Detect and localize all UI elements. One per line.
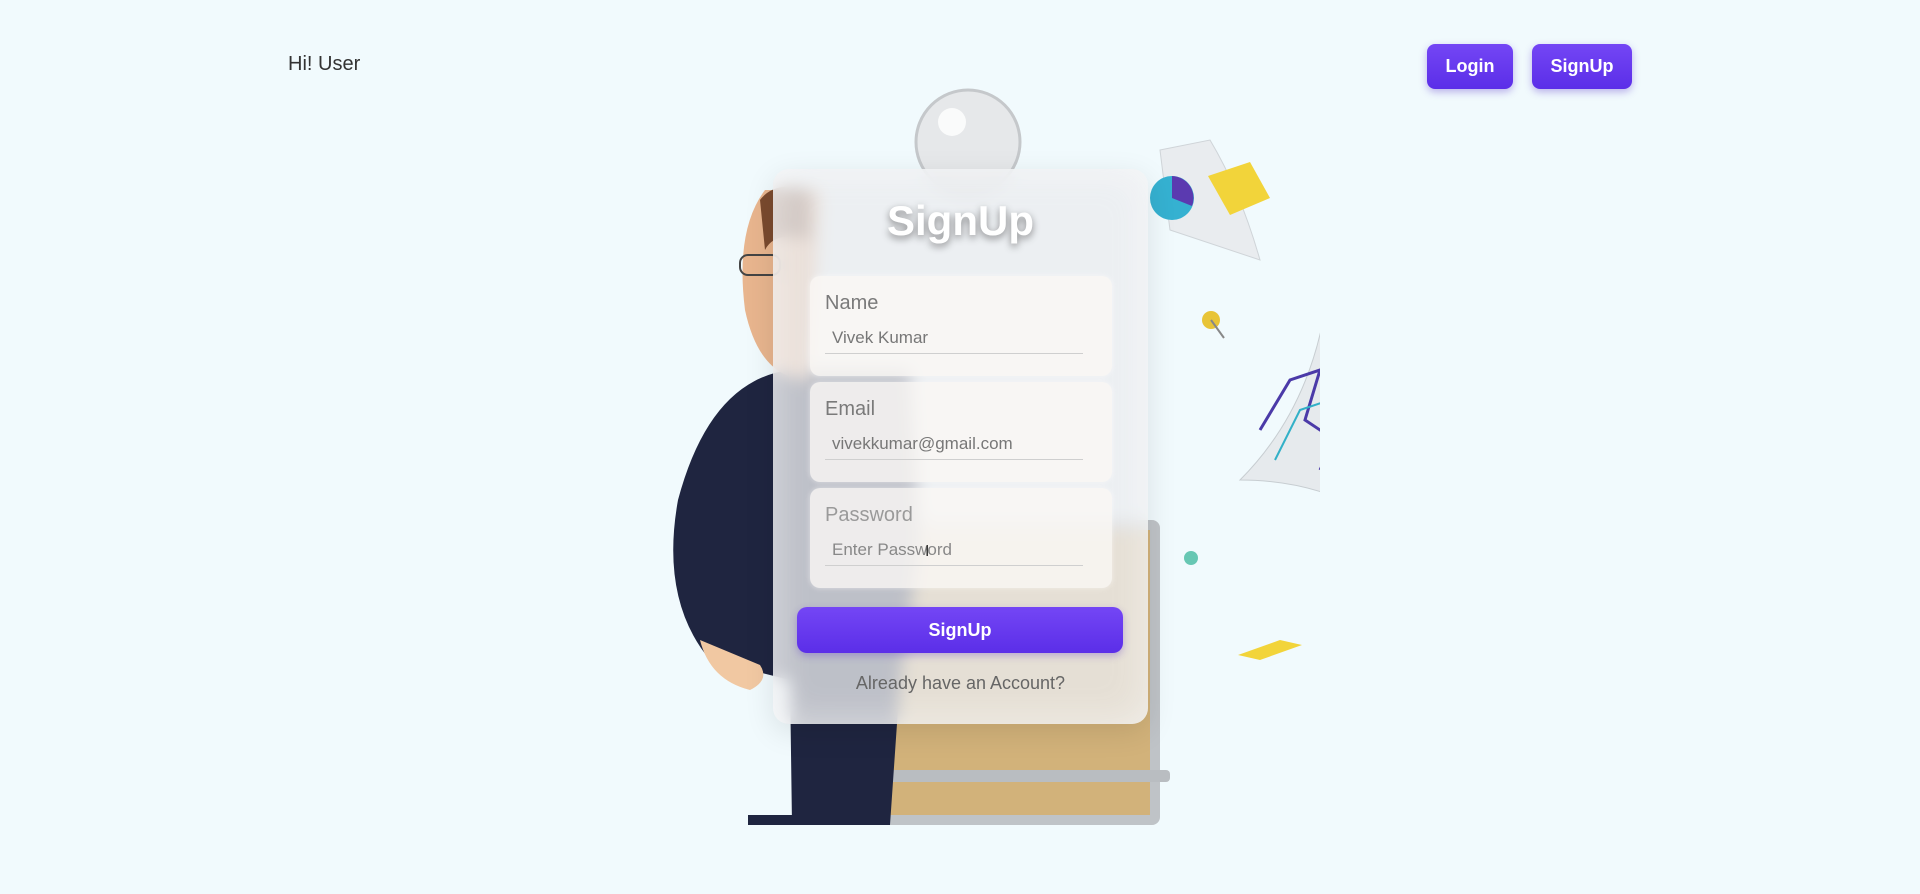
email-label: Email: [825, 398, 876, 420]
yellow-note-icon: [1238, 640, 1302, 660]
name-input[interactable]: [825, 322, 1083, 354]
password-field-group: Password: [810, 488, 1112, 588]
greeting-text: Hi! User: [288, 53, 361, 75]
password-input[interactable]: [825, 534, 1083, 566]
name-field-group: Name: [810, 276, 1112, 376]
signup-card: SignUp Name Email Password SignUp Alread…: [773, 169, 1148, 724]
network-chart-paper-icon: [1238, 332, 1320, 493]
signup-nav-button[interactable]: SignUp: [1532, 44, 1632, 89]
email-input[interactable]: [825, 428, 1083, 460]
teal-pin-icon: [1184, 551, 1198, 565]
password-label: Password: [825, 504, 913, 526]
already-have-account-link[interactable]: Already have an Account?: [773, 673, 1148, 694]
signup-page: Hi! User Login SignUp SignUp Name Vivek …: [0, 0, 1920, 894]
signup-submit-button[interactable]: SignUp: [797, 607, 1123, 653]
name-label: Name: [825, 292, 879, 314]
text-cursor-icon: I: [925, 543, 930, 560]
login-button[interactable]: Login: [1427, 44, 1513, 89]
signup-title: SignUp: [887, 197, 1034, 244]
push-pin-icon: [1202, 311, 1225, 339]
email-field-group: Email: [810, 382, 1112, 482]
